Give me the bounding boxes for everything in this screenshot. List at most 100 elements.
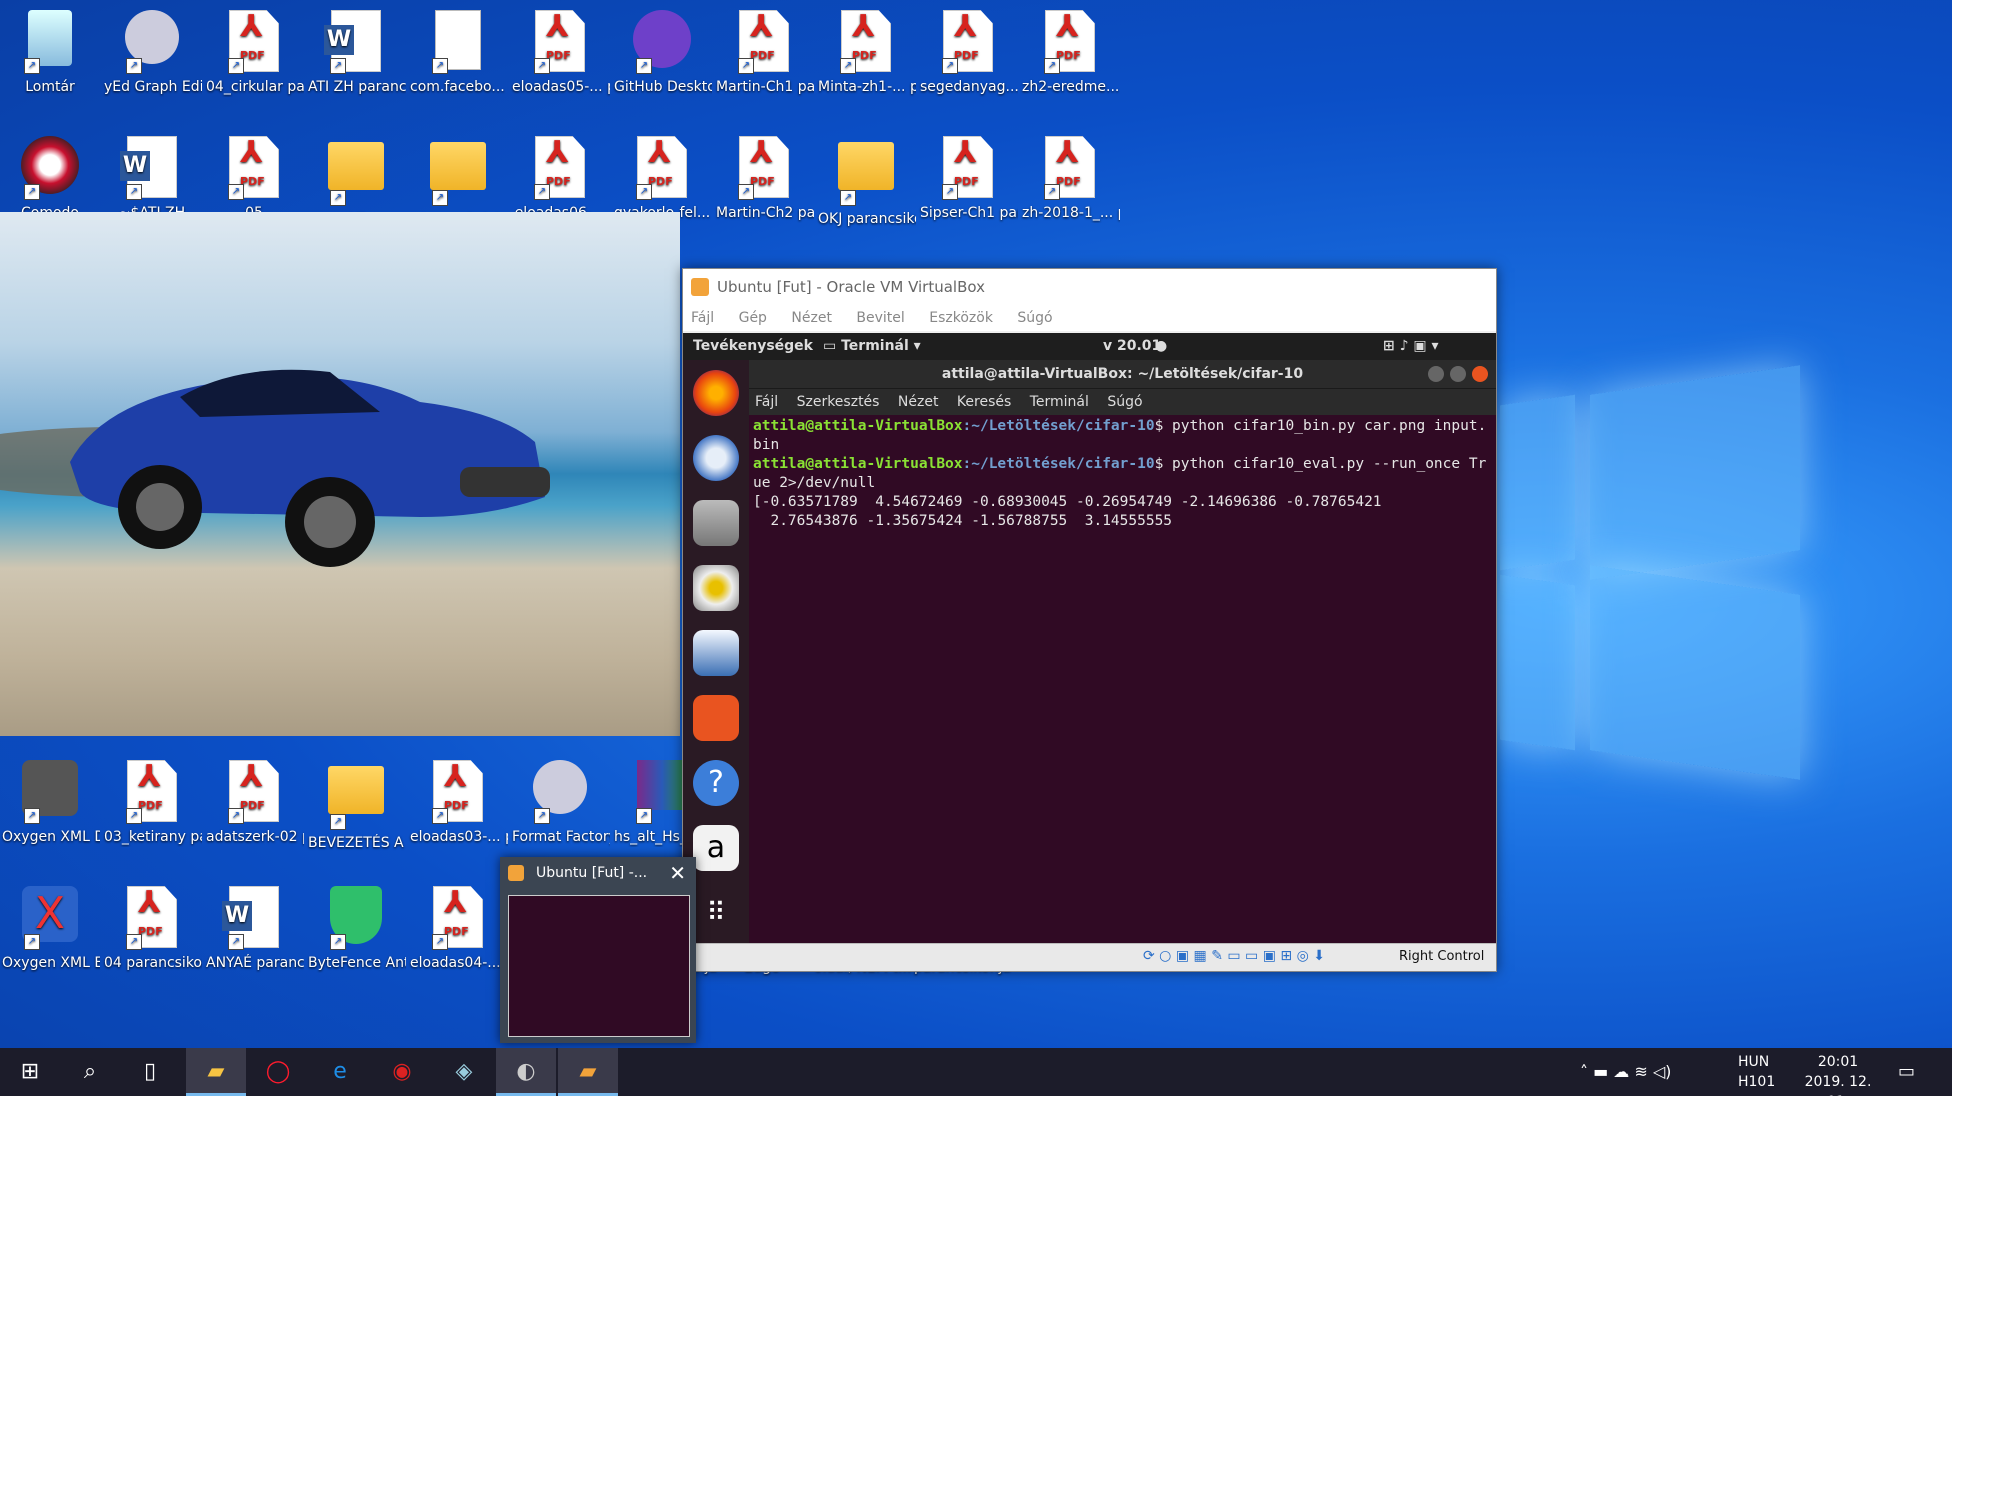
term-menu-view[interactable]: Nézet <box>898 394 939 410</box>
opera-icon[interactable]: ◯ <box>248 1048 308 1096</box>
rhythmbox-icon[interactable] <box>693 565 739 611</box>
icon-label: OKJ parancsikonja <box>818 211 916 227</box>
desktop-icon[interactable]: ⅄PDF↗ zh-2018-1_... parancsikonja <box>1020 132 1120 252</box>
start-button[interactable]: ⊞ <box>0 1048 60 1096</box>
desktop-icon[interactable]: W↗ ANYAÉ parancsikonja <box>204 882 304 1002</box>
icon-label: eloadas05-... parancsikonja <box>512 79 610 95</box>
close-icon[interactable]: ✕ <box>669 857 686 889</box>
desktop-icon[interactable]: ⅄PDF↗ adatszerk-02 parancsikonja <box>204 756 304 876</box>
help-icon[interactable]: ? <box>693 760 739 806</box>
notification-icon[interactable]: ▭ <box>1898 1048 1915 1096</box>
show-apps-icon[interactable]: ⠿ <box>693 890 739 936</box>
software-icon[interactable] <box>693 695 739 741</box>
desktop-icon[interactable]: ↗ Lomtár <box>0 6 100 126</box>
virtualbox-icon <box>691 278 709 296</box>
icon-label: Format Factory <box>512 829 610 845</box>
minimize-icon[interactable] <box>1428 366 1444 382</box>
vbox-running-icon[interactable]: ▰ <box>558 1048 618 1096</box>
vbox-menu-help[interactable]: Súgó <box>1017 310 1052 326</box>
firefox-icon[interactable] <box>693 370 739 416</box>
clock[interactable]: v 20.01 <box>1103 333 1161 360</box>
vbox-menu-devices[interactable]: Eszközök <box>929 310 993 326</box>
icon-image: ⅄ PDF ↗ <box>528 136 592 200</box>
term-menu-edit[interactable]: Szerkesztés <box>797 394 880 410</box>
desktop-icon[interactable]: ↗ Oxygen XML Developer ... <box>0 756 100 876</box>
window-title: Ubuntu [Fut] - Oracle VM VirtualBox <box>717 278 985 296</box>
comodo-icon[interactable]: ◉ <box>372 1048 432 1096</box>
vbox-menu-input[interactable]: Bevitel <box>856 310 904 326</box>
maximize-icon[interactable] <box>1450 366 1466 382</box>
icon-label: segedanyag... parancsikonja <box>920 79 1018 95</box>
tray-icons[interactable]: ˄ ▬ ☁ ≋ ◁) <box>1580 1048 1671 1096</box>
thunderbird-icon[interactable] <box>693 435 739 481</box>
desktop-icon[interactable]: ↗ OKJ parancsikonja <box>816 132 916 252</box>
desktop-icon[interactable]: ⅄PDF↗ Minta-zh1-... parancsikonja <box>816 6 916 126</box>
desktop-icon[interactable]: ↗ GitHub Desktop <box>612 6 712 126</box>
search-icon[interactable]: ⌕ <box>60 1048 120 1096</box>
desktop-icon[interactable]: ⅄PDF↗ Sipser-Ch1 parancsikonja <box>918 132 1018 252</box>
input-language[interactable]: HUN H101 <box>1738 1052 1775 1100</box>
icon-image: ⅄ PDF ↗ <box>426 760 490 824</box>
terminal-menubar: Fájl Szerkesztés Nézet Keresés Terminál … <box>749 388 1496 415</box>
desktop-icon[interactable]: X↗ Oxygen XML Editor 21.1 <box>0 882 100 1002</box>
vbox-menu-view[interactable]: Nézet <box>791 310 832 326</box>
desktop-icon[interactable]: ⅄PDF↗ 04 parancsikonja <box>102 882 202 1002</box>
terminal-app-menu[interactable]: ▭ Terminál ▾ <box>823 333 921 360</box>
desktop-icon[interactable]: ⅄PDF↗ eloadas04-... parancsikonja <box>408 882 508 1002</box>
file-explorer-icon[interactable]: ▰ <box>186 1048 246 1096</box>
vbox-menu-file[interactable]: Fájl <box>691 310 714 326</box>
desktop-icon[interactable]: ⅄PDF↗ Martin-Ch1 parancsikonja <box>714 6 814 126</box>
desktop-icon[interactable]: ⅄PDF↗ 03_ketirany parancsikonja <box>102 756 202 876</box>
shortcut-arrow-icon: ↗ <box>534 184 550 200</box>
desktop-icon[interactable]: W↗ ATI ZH parancsikonja <box>306 6 406 126</box>
desktop-icon[interactable]: ⅄PDF↗ segedanyag... parancsikonja <box>918 6 1018 126</box>
terminal-output[interactable]: attila@attila-VirtualBox:~/Letöltések/ci… <box>749 415 1492 533</box>
terminal-window[interactable]: attila@attila-VirtualBox: ~/Letöltések/c… <box>749 360 1496 944</box>
desktop-icon[interactable]: ⅄PDF↗ eloadas05-... parancsikonja <box>510 6 610 126</box>
desktop-icon[interactable]: ↗ BEVEZETÉS A PROGRAMO... <box>306 756 406 876</box>
terminal-titlebar[interactable]: attila@attila-VirtualBox: ~/Letöltések/c… <box>749 360 1496 388</box>
shortcut-arrow-icon: ↗ <box>24 934 40 950</box>
desktop-icon[interactable]: ⅄PDF↗ 04_cirkular parancsikonja <box>204 6 304 126</box>
term-menu-search[interactable]: Keresés <box>957 394 1011 410</box>
shortcut-arrow-icon: ↗ <box>24 184 40 200</box>
icon-label: 04 parancsikonja <box>104 955 202 971</box>
clock-area[interactable]: 20:01 2019. 12. 01. <box>1792 1052 1884 1110</box>
icon-image: ⅄ PDF ↗ <box>426 886 490 950</box>
desktop-icon[interactable]: ⅄PDF↗ zh2-eredme... parancsikonja <box>1020 6 1120 126</box>
shortcut-arrow-icon: ↗ <box>840 58 856 74</box>
taskbar-thumbnail-preview[interactable]: Ubuntu [Fut] -... ✕ <box>500 857 696 1043</box>
icon-image: ↗ <box>834 142 898 206</box>
shortcut-arrow-icon: ↗ <box>330 190 346 206</box>
task-view-icon[interactable]: ▯ <box>120 1048 180 1096</box>
icon-image: ⅄ PDF ↗ <box>936 10 1000 74</box>
virtualbox-window[interactable]: Ubuntu [Fut] - Oracle VM VirtualBox Fájl… <box>682 268 1497 972</box>
desktop-icon[interactable]: ⅄PDF↗ Martin-Ch2 parancsikonja <box>714 132 814 252</box>
status-device-icons[interactable]: ⟳ ○ ▣ ▦ ✎ ▭ ▭ ▣ ⊞ ◎ ⬇ <box>1143 948 1325 964</box>
vbox-menu-machine[interactable]: Gép <box>739 310 767 326</box>
term-menu-help[interactable]: Súgó <box>1107 394 1142 410</box>
thumbnail-titlebar: Ubuntu [Fut] -... ✕ <box>500 857 696 889</box>
writer-icon[interactable] <box>693 630 739 676</box>
close-icon[interactable] <box>1472 366 1488 382</box>
edge-icon[interactable]: e <box>310 1048 370 1096</box>
term-menu-file[interactable]: Fájl <box>755 394 778 410</box>
icon-image: ↗ <box>426 142 490 206</box>
icon-image: ↗ <box>18 10 82 74</box>
desktop-icon[interactable]: ⅄PDF↗ eloadas03-... parancsikonja <box>408 756 508 876</box>
term-menu-terminal[interactable]: Terminál <box>1030 394 1089 410</box>
eval-output: [-0.63571789 4.54672469 -0.68930045 -0.2… <box>753 494 1382 529</box>
files-icon[interactable] <box>693 500 739 546</box>
desktop-icon[interactable]: ↗ com.facebo... parancsikonja <box>408 6 508 126</box>
shortcut-arrow-icon: ↗ <box>330 58 346 74</box>
amazon-icon[interactable]: a <box>693 825 739 871</box>
desktop-icon[interactable]: ↗ ByteFence Anti-Malware <box>306 882 406 1002</box>
virtualbox-manager-icon[interactable]: ◈ <box>434 1048 494 1096</box>
car-photo <box>0 212 680 736</box>
prompt-user: attila@attila-VirtualBox <box>753 456 963 472</box>
desktop-icon[interactable]: ↗ yEd Graph Editor <box>102 6 202 126</box>
format-factory-icon[interactable]: ◐ <box>496 1048 556 1096</box>
window-titlebar[interactable]: Ubuntu [Fut] - Oracle VM VirtualBox <box>683 269 1496 305</box>
activities-button[interactable]: Tevékenységek <box>693 333 813 360</box>
system-tray-icons[interactable]: ⊞ ♪ ▣ ▾ <box>1383 333 1439 360</box>
